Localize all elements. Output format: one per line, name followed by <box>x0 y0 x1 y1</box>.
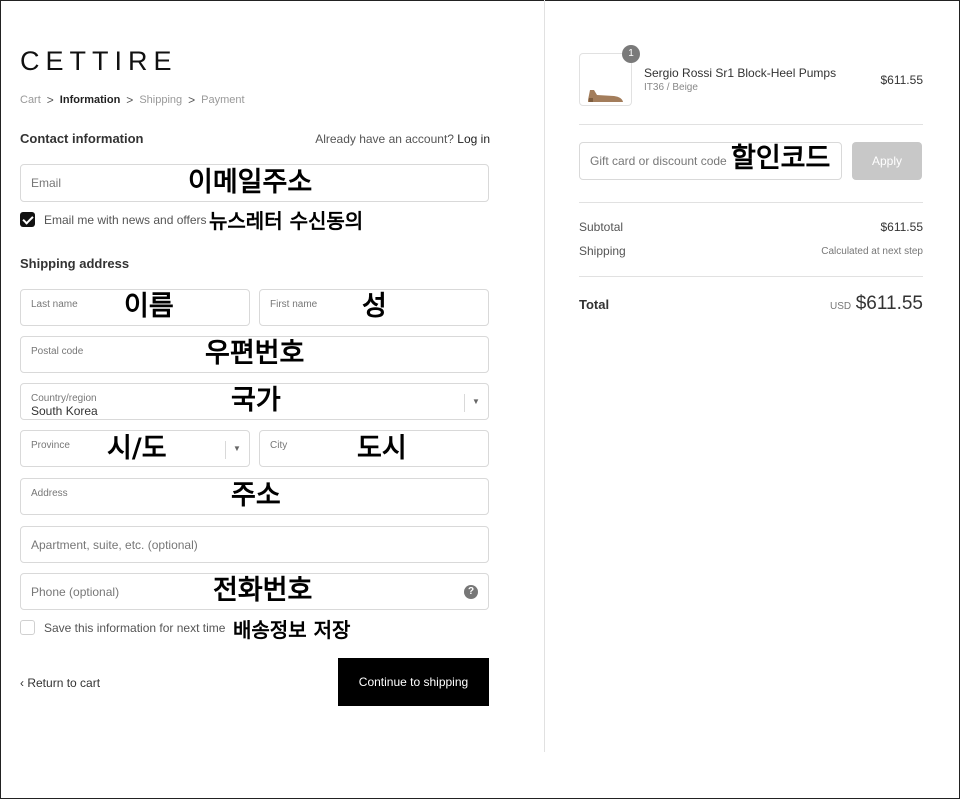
address-label: Address <box>31 488 68 499</box>
shipping-section-title: Shipping address <box>20 256 130 271</box>
product-name: Sergio Rossi Sr1 Block-Heel Pumps <box>644 66 837 80</box>
select-separator <box>464 394 465 412</box>
postal-code-label: Postal code <box>31 346 84 357</box>
country-annotation: 국가 <box>231 385 281 416</box>
city-label: City <box>270 440 288 451</box>
phone-placeholder: Phone (optional) <box>31 584 120 599</box>
newsletter-annotation: 뉴스레터 수신동의 <box>209 209 364 233</box>
product-price: $611.55 <box>880 73 924 87</box>
breadcrumb: Cart > Information > Shipping > Payment <box>20 93 245 107</box>
postal-code-annotation: 우편번호 <box>205 338 305 369</box>
dropdown-caret-icon[interactable]: ▼ <box>233 444 241 453</box>
city-annotation: 도시 <box>357 433 407 464</box>
product-variant: IT36 / Beige <box>644 82 698 93</box>
save-info-annotation: 배송정보 저장 <box>233 618 351 642</box>
phone-annotation: 전화번호 <box>213 575 313 606</box>
summary-divider <box>579 124 923 125</box>
select-separator <box>225 441 226 459</box>
contact-section-title: Contact information <box>20 131 144 146</box>
quantity-badge: 1 <box>622 45 640 63</box>
discount-code-placeholder: Gift card or discount code <box>590 154 727 168</box>
subtotal-value: $611.55 <box>880 220 924 234</box>
help-icon[interactable]: ? <box>464 585 478 599</box>
chevron-right-icon: > <box>126 93 134 107</box>
address-annotation: 주소 <box>231 480 281 511</box>
newsletter-label[interactable]: Email me with news and offers <box>44 213 207 227</box>
country-label: Country/region <box>31 393 97 404</box>
total-currency: USD <box>830 301 852 312</box>
return-to-cart-link[interactable]: ‹ Return to cart <box>20 676 100 690</box>
save-info-label[interactable]: Save this information for next time <box>44 621 225 635</box>
total-label: Total <box>579 297 610 312</box>
login-link[interactable]: Log in <box>457 132 490 146</box>
breadcrumb-information: Information <box>59 94 121 106</box>
apartment-field[interactable]: Apartment, suite, etc. (optional) <box>20 526 489 563</box>
shoe-thumbnail <box>588 90 623 102</box>
chevron-right-icon: > <box>188 93 196 107</box>
last-name-label: Last name <box>31 299 78 310</box>
account-prompt-text: Already have an account? <box>315 132 454 146</box>
subtotal-label: Subtotal <box>579 220 624 234</box>
last-name-annotation: 이름 <box>124 291 174 322</box>
chevron-right-icon: > <box>46 93 54 107</box>
shipping-cost-value: Calculated at next step <box>821 246 923 257</box>
summary-divider <box>579 202 923 203</box>
first-name-label: First name <box>270 299 318 310</box>
first-name-annotation: 성 <box>362 291 387 322</box>
province-annotation: 시/도 <box>107 433 167 464</box>
chevron-left-icon: ‹ <box>20 676 24 690</box>
continue-to-shipping-button[interactable]: Continue to shipping <box>338 658 489 706</box>
return-to-cart-label: Return to cart <box>27 676 101 690</box>
email-annotation: 이메일주소 <box>188 167 313 198</box>
brand-logo[interactable]: CETTIRE <box>20 46 178 77</box>
breadcrumb-payment: Payment <box>201 94 245 106</box>
province-label: Province <box>31 440 70 451</box>
email-placeholder: Email <box>31 176 62 190</box>
breadcrumb-shipping: Shipping <box>139 94 183 106</box>
column-divider <box>544 0 545 752</box>
product-thumbnail <box>579 53 632 106</box>
newsletter-checkbox[interactable] <box>20 212 35 227</box>
discount-code-annotation: 할인코드 <box>731 143 831 174</box>
apartment-placeholder: Apartment, suite, etc. (optional) <box>31 537 198 552</box>
apply-discount-button[interactable]: Apply <box>852 142 922 180</box>
shipping-cost-label: Shipping <box>579 244 626 258</box>
summary-divider <box>579 276 923 277</box>
account-prompt: Already have an account? Log in <box>315 132 490 146</box>
breadcrumb-cart[interactable]: Cart <box>20 94 41 106</box>
country-value: South Korea <box>31 404 98 418</box>
dropdown-caret-icon[interactable]: ▼ <box>472 397 480 406</box>
save-info-checkbox[interactable] <box>20 620 35 635</box>
total-value: $611.55 <box>855 293 923 314</box>
